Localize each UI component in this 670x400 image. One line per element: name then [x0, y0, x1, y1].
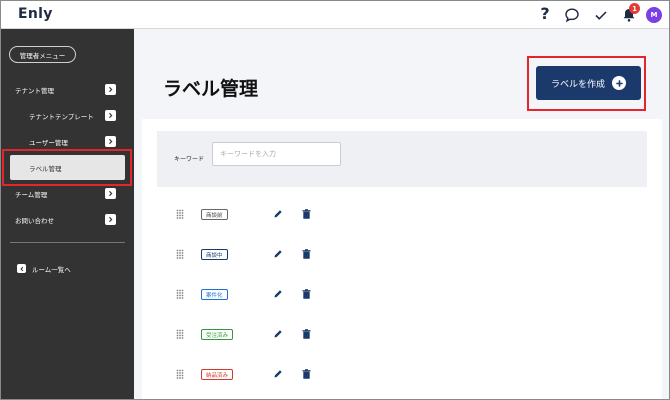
create-label-button[interactable]: ラベルを作成: [536, 66, 641, 100]
admin-menu-button[interactable]: 管理者メニュー: [9, 46, 76, 63]
sidebar-item-label: ラベル管理: [29, 165, 62, 173]
sidebar-item-labels[interactable]: ラベル管理: [10, 155, 125, 180]
label-row: 商談中: [142, 246, 662, 262]
drag-handle-icon[interactable]: [176, 249, 184, 259]
logo-text: Enly: [18, 6, 53, 22]
drag-handle-icon[interactable]: [176, 329, 184, 339]
keyword-label: キーワード: [174, 156, 205, 163]
main-content: ラベル管理 ラベルを作成 キーワード 商談前 商談中: [134, 29, 669, 399]
keyword-input[interactable]: [212, 142, 341, 166]
search-area: キーワード: [157, 131, 647, 187]
sidebar-divider: [10, 242, 125, 243]
user-avatar[interactable]: M: [646, 7, 662, 23]
drag-handle-icon[interactable]: [176, 289, 184, 299]
pencil-icon[interactable]: [273, 369, 283, 379]
sidebar: 管理者メニュー テナント管理 テナントテンプレート ユーザー管理 ラベル管理 チ…: [1, 29, 134, 399]
pencil-icon[interactable]: [273, 249, 283, 259]
label-chip: 案件化: [201, 289, 228, 300]
app-logo[interactable]: Enly: [18, 6, 53, 22]
label-row: 商談前: [142, 206, 662, 222]
pencil-icon[interactable]: [273, 209, 283, 219]
trash-icon[interactable]: [302, 289, 311, 299]
trash-icon[interactable]: [302, 209, 311, 219]
chevron-right-icon[interactable]: [105, 214, 116, 225]
plus-icon: [612, 76, 626, 90]
sidebar-item-tenant[interactable]: テナント管理: [15, 85, 54, 95]
label-chip: 受注済み: [201, 329, 234, 340]
chat-icon[interactable]: [563, 6, 581, 24]
trash-icon[interactable]: [302, 329, 311, 339]
room-list-link[interactable]: ルーム一覧へ: [32, 264, 71, 274]
notification-badge: 1: [629, 3, 640, 14]
page-title: ラベル管理: [163, 78, 259, 100]
trash-icon[interactable]: [302, 249, 311, 259]
label-chip: 商談中: [201, 249, 228, 260]
sidebar-item-users[interactable]: ユーザー管理: [29, 137, 68, 147]
sidebar-item-teams[interactable]: チーム管理: [15, 189, 47, 199]
create-label-text: ラベルを作成: [550, 79, 605, 90]
sidebar-item-tenant-template[interactable]: テナントテンプレート: [29, 111, 94, 121]
drag-handle-icon[interactable]: [176, 209, 184, 219]
trash-icon[interactable]: [302, 369, 311, 379]
sidebar-item-contact[interactable]: お問い合わせ: [15, 215, 54, 225]
app-window: Enly ? 1 M 管理者メニュー テナント管理 テナントテンプレート ユーザ…: [0, 0, 670, 400]
labels-panel: キーワード 商談前 商談中 案件化: [142, 119, 662, 399]
label-row: 受注済み: [142, 326, 662, 342]
check-icon[interactable]: [592, 6, 610, 24]
label-row: 納品済み: [142, 366, 662, 382]
chevron-right-icon[interactable]: [105, 84, 116, 95]
chevron-left-icon[interactable]: [17, 264, 26, 273]
top-bar: Enly ? 1 M: [1, 1, 669, 29]
drag-handle-icon[interactable]: [176, 369, 184, 379]
chevron-right-icon[interactable]: [105, 136, 116, 147]
help-icon[interactable]: ?: [536, 4, 554, 23]
label-chip: 納品済み: [201, 369, 234, 380]
label-row: 案件化: [142, 286, 662, 302]
label-chip: 商談前: [201, 209, 228, 220]
pencil-icon[interactable]: [273, 289, 283, 299]
chevron-right-icon[interactable]: [105, 188, 116, 199]
pencil-icon[interactable]: [273, 329, 283, 339]
chevron-right-icon[interactable]: [105, 110, 116, 121]
